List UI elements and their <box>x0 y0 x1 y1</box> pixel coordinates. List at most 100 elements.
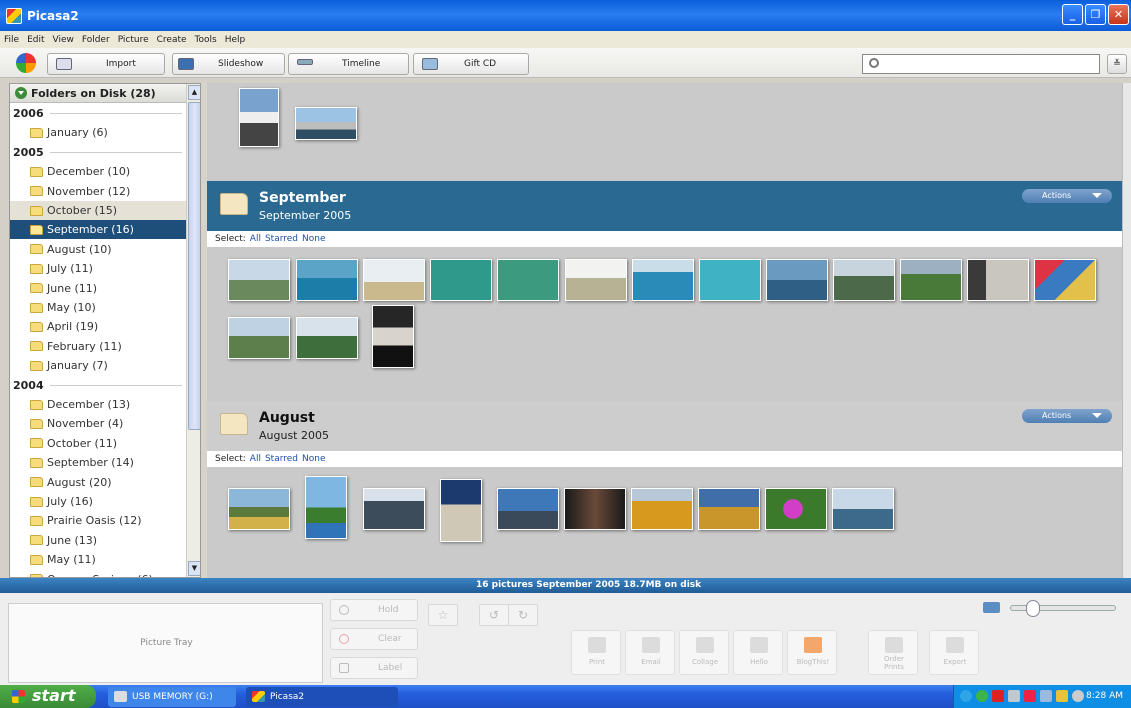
timeline-button[interactable]: Timeline <box>288 53 409 75</box>
folder-item[interactable]: June (13) <box>10 531 186 550</box>
menu-picture[interactable]: Picture <box>118 35 149 45</box>
maximize-button[interactable]: ❐ <box>1085 4 1106 25</box>
start-button[interactable]: start <box>0 685 96 708</box>
label-button[interactable]: Label <box>330 657 418 679</box>
photo-thumbnail[interactable] <box>372 305 414 368</box>
photo-thumbnail[interactable] <box>632 259 694 301</box>
folder-item[interactable]: December (10) <box>10 162 186 181</box>
gift-cd-button[interactable]: Gift CD <box>413 53 529 75</box>
folders-header[interactable]: Folders on Disk (28) <box>10 84 186 103</box>
clear-button[interactable]: Clear <box>330 628 418 650</box>
thumbnail-size-slider[interactable] <box>1010 600 1116 617</box>
task-picasa[interactable]: Picasa2 <box>246 687 398 707</box>
hello-button[interactable]: Hello <box>733 630 783 675</box>
folder-item[interactable]: November (4) <box>10 414 186 433</box>
tray-icon[interactable] <box>976 690 988 702</box>
picture-tray[interactable]: Picture Tray <box>8 603 323 683</box>
folder-item[interactable]: July (11) <box>10 259 186 278</box>
folder-item[interactable]: May (10) <box>10 298 186 317</box>
scroll-up-icon[interactable]: ▲ <box>188 85 200 100</box>
tray-icon[interactable] <box>1056 690 1068 702</box>
folder-item[interactable]: February (11) <box>10 337 186 356</box>
menu-view[interactable]: View <box>53 35 74 45</box>
folder-item[interactable]: October (11) <box>10 434 186 453</box>
photo-thumbnail[interactable] <box>698 488 760 530</box>
photo-thumbnail[interactable] <box>239 88 279 147</box>
photo-thumbnail[interactable] <box>833 259 895 301</box>
select-starred-link[interactable]: Starred <box>265 234 298 244</box>
select-none-link[interactable]: None <box>302 234 325 244</box>
photo-thumbnail[interactable] <box>497 488 559 530</box>
search-input[interactable] <box>885 56 1095 72</box>
photo-thumbnail[interactable] <box>440 479 482 542</box>
folder-item[interactable]: July (16) <box>10 492 186 511</box>
folder-item[interactable]: August (20) <box>10 473 186 492</box>
folder-item[interactable]: September (14) <box>10 453 186 472</box>
blogthis-button[interactable]: BlogThis! <box>787 630 837 675</box>
menu-create[interactable]: Create <box>157 35 187 45</box>
actions-button[interactable]: Actions <box>1022 189 1112 203</box>
rotate-right-button[interactable]: ↻ <box>508 604 538 626</box>
folder-item[interactable]: August (10) <box>10 240 186 259</box>
folder-item[interactable]: June (11) <box>10 279 186 298</box>
collage-button[interactable]: Collage <box>679 630 729 675</box>
photo-thumbnail[interactable] <box>766 259 828 301</box>
print-button[interactable]: Print <box>571 630 621 675</box>
folder-item[interactable]: Prairie Oasis (12) <box>10 511 186 530</box>
folder-item[interactable]: Oconee Springs (6) <box>10 570 186 577</box>
photo-thumbnail[interactable] <box>699 259 761 301</box>
actions-button[interactable]: Actions <box>1022 409 1112 423</box>
photo-thumbnail[interactable] <box>363 488 425 530</box>
slideshow-button[interactable]: Slideshow <box>172 53 285 75</box>
library-scrollbar[interactable] <box>1122 83 1131 578</box>
select-none-link[interactable]: None <box>302 454 325 464</box>
picasa-logo-icon[interactable] <box>16 53 36 73</box>
menu-help[interactable]: Help <box>225 35 246 45</box>
photo-thumbnail[interactable] <box>430 259 492 301</box>
photo-thumbnail[interactable] <box>832 488 894 530</box>
hold-button[interactable]: Hold <box>330 599 418 621</box>
task-usb-memory[interactable]: USB MEMORY (G:) <box>108 687 236 707</box>
photo-thumbnail[interactable] <box>565 259 627 301</box>
photo-thumbnail[interactable] <box>295 107 357 140</box>
photo-thumbnail[interactable] <box>305 476 347 539</box>
toolbar-menu-button[interactable]: ≚ <box>1107 54 1127 74</box>
photo-thumbnail[interactable] <box>228 259 290 301</box>
photo-thumbnail[interactable] <box>228 488 290 530</box>
email-button[interactable]: Email <box>625 630 675 675</box>
menu-edit[interactable]: Edit <box>27 35 44 45</box>
photo-thumbnail[interactable] <box>296 317 358 359</box>
folder-item[interactable]: December (13) <box>10 395 186 414</box>
select-starred-link[interactable]: Starred <box>265 454 298 464</box>
export-button[interactable]: Export <box>929 630 979 675</box>
folder-item[interactable]: May (11) <box>10 550 186 569</box>
photo-thumbnail[interactable] <box>900 259 962 301</box>
rotate-left-button[interactable]: ↺ <box>479 604 509 626</box>
photo-thumbnail[interactable] <box>1034 259 1096 301</box>
photo-thumbnail[interactable] <box>363 259 425 301</box>
folder-scrollbar[interactable]: ▲ ▼ <box>186 84 200 577</box>
folder-item[interactable]: October (15) <box>10 201 186 220</box>
section-header-september[interactable]: September September 2005 Actions <box>207 181 1122 231</box>
tray-icon[interactable] <box>1008 690 1020 702</box>
photo-thumbnail[interactable] <box>765 488 827 530</box>
photo-thumbnail[interactable] <box>564 488 626 530</box>
folder-item[interactable]: January (7) <box>10 356 186 375</box>
minimize-button[interactable]: _ <box>1062 4 1083 25</box>
scroll-down-icon[interactable]: ▼ <box>188 561 200 576</box>
folder-item[interactable]: November (12) <box>10 182 186 201</box>
close-button[interactable]: ✕ <box>1108 4 1129 25</box>
folder-item[interactable]: January (6) <box>10 123 186 142</box>
photo-thumbnail[interactable] <box>296 259 358 301</box>
photo-thumbnail[interactable] <box>497 259 559 301</box>
scrollbar-thumb[interactable] <box>188 102 200 430</box>
order-prints-button[interactable]: Order Prints <box>868 630 918 675</box>
collapse-icon[interactable] <box>15 87 27 99</box>
menu-file[interactable]: File <box>4 35 19 45</box>
tray-icon[interactable] <box>1024 690 1036 702</box>
select-all-link[interactable]: All <box>250 234 261 244</box>
section-header-august[interactable]: August August 2005 Actions <box>207 401 1122 451</box>
menu-tools[interactable]: Tools <box>195 35 217 45</box>
star-button[interactable]: ☆ <box>428 604 458 626</box>
search-box[interactable] <box>862 54 1100 74</box>
